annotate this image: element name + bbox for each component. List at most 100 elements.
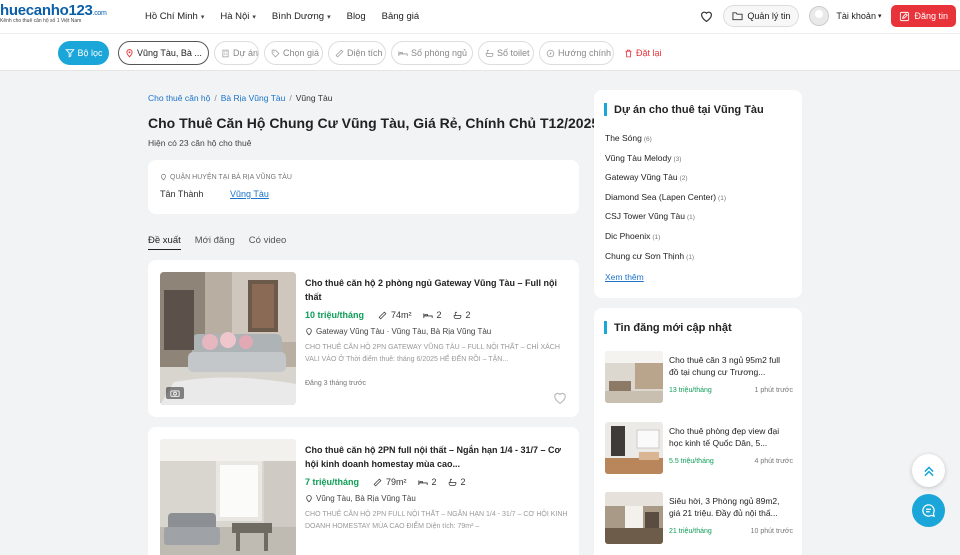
ruler-icon: [335, 49, 344, 57]
latest-listing-price: 21 triệu/tháng: [669, 528, 712, 535]
latest-listings-panel: Tin đăng mới cập nhật Cho thuê căn 3 ngủ…: [594, 308, 802, 555]
save-listing-button[interactable]: [553, 391, 567, 407]
filter-button[interactable]: Bộ lọc: [58, 41, 109, 65]
nav-item-pricing[interactable]: Bảng giá: [382, 11, 420, 22]
filter-icon: [64, 49, 75, 58]
breadcrumb-link[interactable]: Bà Rịa Vũng Tàu: [221, 93, 286, 103]
chevron-down-icon: ▾: [252, 13, 256, 21]
address-text: Vũng Tàu, Bà Rịa Vũng Tàu: [316, 494, 416, 503]
district-heading: QUẬN HUYỆN TẠI BÀ RỊA VŨNG TÀU: [160, 173, 292, 181]
project-name: Dic Phoenix: [605, 230, 651, 241]
bedrooms-filter[interactable]: Số phòng ngủ: [391, 41, 473, 65]
listing-photo[interactable]: [160, 272, 296, 405]
listing-description: CHO THUÊ CĂN HỘ 2PN FULL NỘI THẤT – NGẮN…: [305, 511, 568, 530]
location-filter[interactable]: Vũng Tàu, Bà ...: [118, 41, 209, 65]
toilets-label: Số toilet: [497, 48, 530, 58]
district-link-vung-tau[interactable]: Vũng Tàu: [230, 189, 269, 199]
bed-icon: [398, 50, 408, 56]
breadcrumb: Cho thuê căn hộ / Bà Rịa Vũng Tàu / Vũng Tàu: [148, 93, 332, 103]
nav-label: Bảng giá: [381, 11, 420, 22]
listing-time: Đăng 3 tháng trước: [305, 380, 367, 387]
nav-item-ho-chi-minh[interactable]: Hồ Chí Minh ▾: [145, 11, 204, 22]
nav-item-blog[interactable]: Blog: [347, 11, 366, 22]
projects-panel: Dự án cho thuê tại Vũng Tàu The Sóng (6) …: [594, 90, 802, 298]
listing-area: 79m²: [373, 477, 407, 487]
nav-item-binh-duong[interactable]: Bình Dương ▾: [272, 11, 331, 22]
reset-filters-button[interactable]: Đặt lại: [624, 41, 662, 65]
tab-with-video[interactable]: Có video: [249, 235, 287, 250]
scroll-to-top-button[interactable]: [912, 454, 945, 487]
project-label: Dự án: [233, 48, 259, 58]
direction-filter[interactable]: Hướng chính: [539, 41, 614, 65]
double-chevron-up-icon: [923, 465, 934, 476]
post-listing-button[interactable]: Đăng tin: [891, 5, 956, 27]
listing-title[interactable]: Cho thuê căn hộ 2PN full nội thất – Ngắn…: [305, 443, 569, 471]
projects-title-text: Dự án cho thuê tại Vũng Tàu: [614, 103, 764, 116]
project-filter[interactable]: Dự án: [214, 41, 259, 65]
project-list: The Sóng (6) Vũng Tàu Melody (3) Gateway V…: [605, 133, 726, 270]
latest-listing-price: 13 triệu/tháng: [669, 387, 712, 394]
manage-label: Quản lý tin: [747, 11, 791, 21]
bath-icon: [453, 311, 461, 319]
nav-item-ha-noi[interactable]: Hà Nội ▾: [220, 11, 256, 22]
listing-card[interactable]: Cho thuê căn hộ 2PN full nội thất – Ngắn…: [148, 427, 579, 555]
district-box: QUẬN HUYỆN TẠI BÀ RỊA VŨNG TÀU Tân Thành…: [148, 160, 579, 214]
project-link[interactable]: Vũng Tàu Melody (3): [605, 153, 726, 173]
project-count: (1): [652, 233, 661, 241]
tab-recommended[interactable]: Đề xuất: [148, 235, 181, 250]
latest-listing-photo: [605, 492, 663, 544]
project-count: (1): [718, 194, 726, 202]
ruler-icon: [378, 311, 387, 319]
project-count: (6): [643, 136, 652, 143]
project-name: Gateway Vũng Tàu: [605, 172, 678, 183]
logo-text: huecanho123: [0, 2, 93, 19]
listing-title[interactable]: Cho thuê căn hộ 2 phòng ngủ Gateway Vũng…: [305, 276, 569, 304]
listing-card[interactable]: Cho thuê căn hộ 2 phòng ngủ Gateway Vũng…: [148, 260, 579, 417]
trash-icon: [625, 49, 632, 57]
top-header: huecanho123.com Kênh cho thuê căn hộ số …: [0, 0, 960, 33]
project-link[interactable]: CSJ Tower Vũng Tàu (1): [605, 211, 726, 231]
project-name: The Sóng: [605, 133, 642, 143]
bed-icon: [422, 312, 433, 318]
results-count: Hiện có 23 căn hộ cho thuê: [148, 138, 252, 148]
project-link[interactable]: Dic Phoenix (1): [605, 231, 726, 251]
filter-bar: Bộ lọc Vũng Tàu, Bà ... Dự án Chọn giá D…: [0, 33, 960, 71]
account-menu[interactable]: Tài khoản ▾: [809, 6, 881, 26]
site-logo[interactable]: huecanho123.com Kênh cho thuê căn hộ số …: [0, 3, 107, 24]
project-link[interactable]: Diamond Sea (Lapen Center) (1): [605, 192, 726, 212]
price-filter[interactable]: Chọn giá: [264, 41, 323, 65]
see-more-link[interactable]: Xem thêm: [605, 272, 644, 282]
chevron-down-icon: ▾: [327, 13, 331, 21]
manage-posts-button[interactable]: Quản lý tin: [723, 5, 800, 27]
area-filter[interactable]: Diện tích: [328, 41, 386, 65]
area-label: Diện tích: [347, 48, 383, 58]
chat-button[interactable]: [912, 494, 945, 527]
compass-icon: [546, 49, 555, 57]
project-link[interactable]: The Sóng (6): [605, 133, 726, 153]
listing-photo[interactable]: [160, 439, 296, 555]
listing-description: CHO THUÊ CĂN HỘ 2PN GATEWAY VŨNG TÀU – F…: [305, 344, 560, 363]
district-link-tan-thanh[interactable]: Tân Thành: [160, 189, 203, 199]
project-link[interactable]: Chung cư Sơn Thịnh (1): [605, 251, 726, 271]
toilets-filter[interactable]: Số toilet: [478, 41, 534, 65]
address-text: Gateway Vũng Tàu · Vũng Tàu, Bà Rịa Vũng…: [316, 327, 492, 336]
area-value: 79m²: [386, 477, 407, 487]
breadcrumb-separator: /: [214, 93, 217, 103]
latest-listing-title: Siêu hời, 3 Phòng ngủ 89m2, giá 21 triệu…: [669, 496, 780, 518]
listing-address: Gateway Vũng Tàu · Vũng Tàu, Bà Rịa Vũng…: [305, 327, 569, 336]
saved-heart-button[interactable]: [695, 5, 717, 27]
bed-icon: [417, 479, 428, 485]
reset-label: Đặt lại: [636, 48, 662, 58]
latest-listing-item[interactable]: Cho thuê căn 3 ngủ 95m2 full đồ tại chun…: [605, 351, 793, 403]
breadcrumb-link[interactable]: Cho thuê căn hộ: [148, 93, 210, 103]
bathrooms-value: 2: [465, 310, 471, 320]
district-heading-text: QUẬN HUYỆN TẠI BÀ RỊA VŨNG TÀU: [170, 173, 292, 181]
latest-listing-item[interactable]: Cho thuê phòng đẹp view đại học kinh tế …: [605, 422, 793, 474]
latest-listing-item[interactable]: Siêu hời, 3 Phòng ngủ 89m2, giá 21 triệu…: [605, 492, 793, 544]
tab-newest[interactable]: Mới đăng: [195, 235, 235, 250]
project-link[interactable]: Gateway Vũng Tàu (2): [605, 172, 726, 192]
listing-bedrooms: 2: [422, 310, 442, 320]
latest-listing-title: Cho thuê căn 3 ngủ 95m2 full đồ tại chun…: [669, 355, 781, 377]
bath-icon: [448, 478, 456, 486]
avatar: [809, 6, 830, 26]
